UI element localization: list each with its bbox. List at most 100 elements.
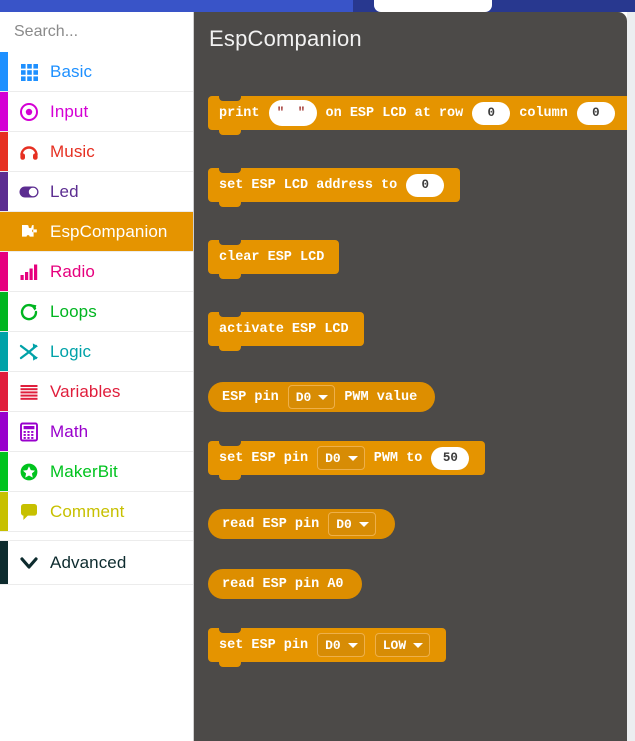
sidebar-item-logic[interactable]: Logic xyxy=(0,332,193,372)
sidebar-divider xyxy=(0,532,193,541)
headphones-icon xyxy=(16,141,42,163)
category-list: Basic Input Music Led EspCompanion Radio Loops… xyxy=(0,52,193,532)
dropdown-field[interactable]: D0 xyxy=(287,385,336,409)
signal-bars-icon xyxy=(16,261,42,283)
toggle-icon xyxy=(16,181,42,203)
chevron-down-icon xyxy=(347,642,358,648)
block-set-esp-pin-pwm[interactable]: set ESP pin D0 PWM to 50 xyxy=(208,441,486,480)
category-color-stripe xyxy=(0,452,8,491)
sidebar-item-label: EspCompanion xyxy=(50,221,168,241)
block-label: set ESP LCD address to xyxy=(219,177,398,193)
dropdown-value: D0 xyxy=(336,516,352,532)
lines-icon xyxy=(16,381,42,403)
target-icon xyxy=(16,101,42,123)
block-label: clear ESP LCD xyxy=(219,249,325,265)
shuffle-icon xyxy=(16,341,42,363)
active-tab-pill[interactable] xyxy=(374,0,492,12)
sidebar-item-label: Loops xyxy=(50,301,97,321)
dropdown-field[interactable]: D0 xyxy=(317,633,365,657)
sidebar-item-math[interactable]: Math xyxy=(0,412,193,452)
sidebar-item-label: Radio xyxy=(50,261,95,281)
block-label: read ESP pin xyxy=(222,516,320,532)
number-input-field[interactable]: 0 xyxy=(576,101,615,125)
block-read-esp-pin-a0[interactable]: read ESP pin A0 xyxy=(208,569,362,599)
block-label: set ESP pin xyxy=(219,450,309,466)
chevron-down-icon xyxy=(318,394,329,400)
sidebar-empty-area xyxy=(0,585,193,741)
block-activate-esp-lcd[interactable]: activate ESP LCD xyxy=(208,312,364,351)
dropdown-field[interactable]: D0 xyxy=(328,512,376,536)
block-set-esp-lcd-address[interactable]: set ESP LCD address to 0 xyxy=(208,168,461,207)
search-input[interactable] xyxy=(14,23,193,41)
sidebar-item-label: Input xyxy=(50,101,89,121)
dropdown-value: D0 xyxy=(325,450,341,466)
category-color-stripe xyxy=(0,372,8,411)
sidebar-item-label: Logic xyxy=(50,341,92,361)
category-color-stripe xyxy=(0,412,8,451)
sidebar-item-makerbit[interactable]: MakerBit xyxy=(0,452,193,492)
block-label: read ESP pin A0 xyxy=(222,576,344,592)
category-color-stripe xyxy=(0,541,8,584)
category-color-stripe xyxy=(0,492,8,531)
sidebar-item-label: Led xyxy=(50,181,79,201)
block-label: print xyxy=(219,105,260,121)
block-label: on ESP LCD at row xyxy=(325,105,464,121)
loop-arrow-icon xyxy=(16,301,42,323)
sidebar-item-music[interactable]: Music xyxy=(0,132,193,172)
grid-icon xyxy=(16,61,42,83)
toolbox-flyout: EspCompanion print " " on ESP LCD at row 0 c… xyxy=(194,12,627,741)
sidebar-item-loops[interactable]: Loops xyxy=(0,292,193,332)
block-read-esp-pin-digital[interactable]: read ESP pin D0 xyxy=(208,509,395,539)
category-color-stripe xyxy=(0,132,8,171)
toolbox-sidebar: Basic Input Music Led EspCompanion Radio Loops… xyxy=(0,12,194,741)
sidebar-item-label: Advanced xyxy=(50,552,127,572)
block-esp-pin-pwm-value[interactable]: ESP pin D0 PWM value xyxy=(208,382,436,412)
category-color-stripe xyxy=(0,292,8,331)
sidebar-item-label: Basic xyxy=(50,61,93,81)
category-color-stripe xyxy=(0,92,8,131)
sidebar-item-radio[interactable]: Radio xyxy=(0,252,193,292)
sidebar-item-label: Music xyxy=(50,141,95,161)
block-label: PWM value xyxy=(344,389,418,405)
sidebar-item-comment[interactable]: Comment xyxy=(0,492,193,532)
number-input-field[interactable]: 50 xyxy=(431,446,470,470)
category-color-stripe xyxy=(0,52,8,91)
string-input-field[interactable]: " " xyxy=(268,100,317,126)
app-top-bar xyxy=(0,0,635,12)
sidebar-item-label: Variables xyxy=(50,381,121,401)
block-label: set ESP pin xyxy=(219,637,309,653)
sidebar-item-label: MakerBit xyxy=(50,461,118,481)
sidebar-item-label: Comment xyxy=(50,501,125,521)
puzzle-icon xyxy=(16,221,42,243)
sidebar-item-led[interactable]: Led xyxy=(0,172,193,212)
block-print-on-esp-lcd[interactable]: print " " on ESP LCD at row 0 column 0 xyxy=(208,96,627,135)
block-label: PWM to xyxy=(373,450,423,466)
chevron-down-icon xyxy=(413,642,424,648)
dropdown-field[interactable]: LOW xyxy=(374,633,431,657)
dropdown-field[interactable]: D0 xyxy=(317,446,365,470)
chevron-down-icon xyxy=(347,455,358,461)
number-input-field[interactable]: 0 xyxy=(406,173,445,197)
number-input-field[interactable]: 0 xyxy=(472,101,511,125)
sidebar-item-basic[interactable]: Basic xyxy=(0,52,193,92)
category-color-stripe xyxy=(0,172,8,211)
calculator-icon xyxy=(16,421,42,443)
sidebar-item-variables[interactable]: Variables xyxy=(0,372,193,412)
flyout-scrollbar[interactable] xyxy=(627,12,635,741)
block-clear-esp-lcd[interactable]: clear ESP LCD xyxy=(208,240,340,279)
dropdown-value: LOW xyxy=(382,637,407,653)
dropdown-value: D0 xyxy=(295,389,312,405)
category-color-stripe xyxy=(0,252,8,291)
block-label: activate ESP LCD xyxy=(219,321,349,337)
chevron-down-icon xyxy=(358,521,369,527)
block-label: column xyxy=(519,105,568,121)
block-set-esp-pin-level[interactable]: set ESP pin D0 LOW xyxy=(208,628,447,667)
sidebar-item-espcompanion[interactable]: EspCompanion xyxy=(0,212,193,252)
sidebar-item-advanced[interactable]: Advanced xyxy=(0,541,193,585)
chevron-down-icon xyxy=(16,552,42,574)
sidebar-item-input[interactable]: Input xyxy=(0,92,193,132)
category-color-stripe xyxy=(0,212,8,251)
speech-bubble-icon xyxy=(16,501,42,523)
search-row xyxy=(0,12,193,52)
dropdown-value: D0 xyxy=(325,637,341,653)
